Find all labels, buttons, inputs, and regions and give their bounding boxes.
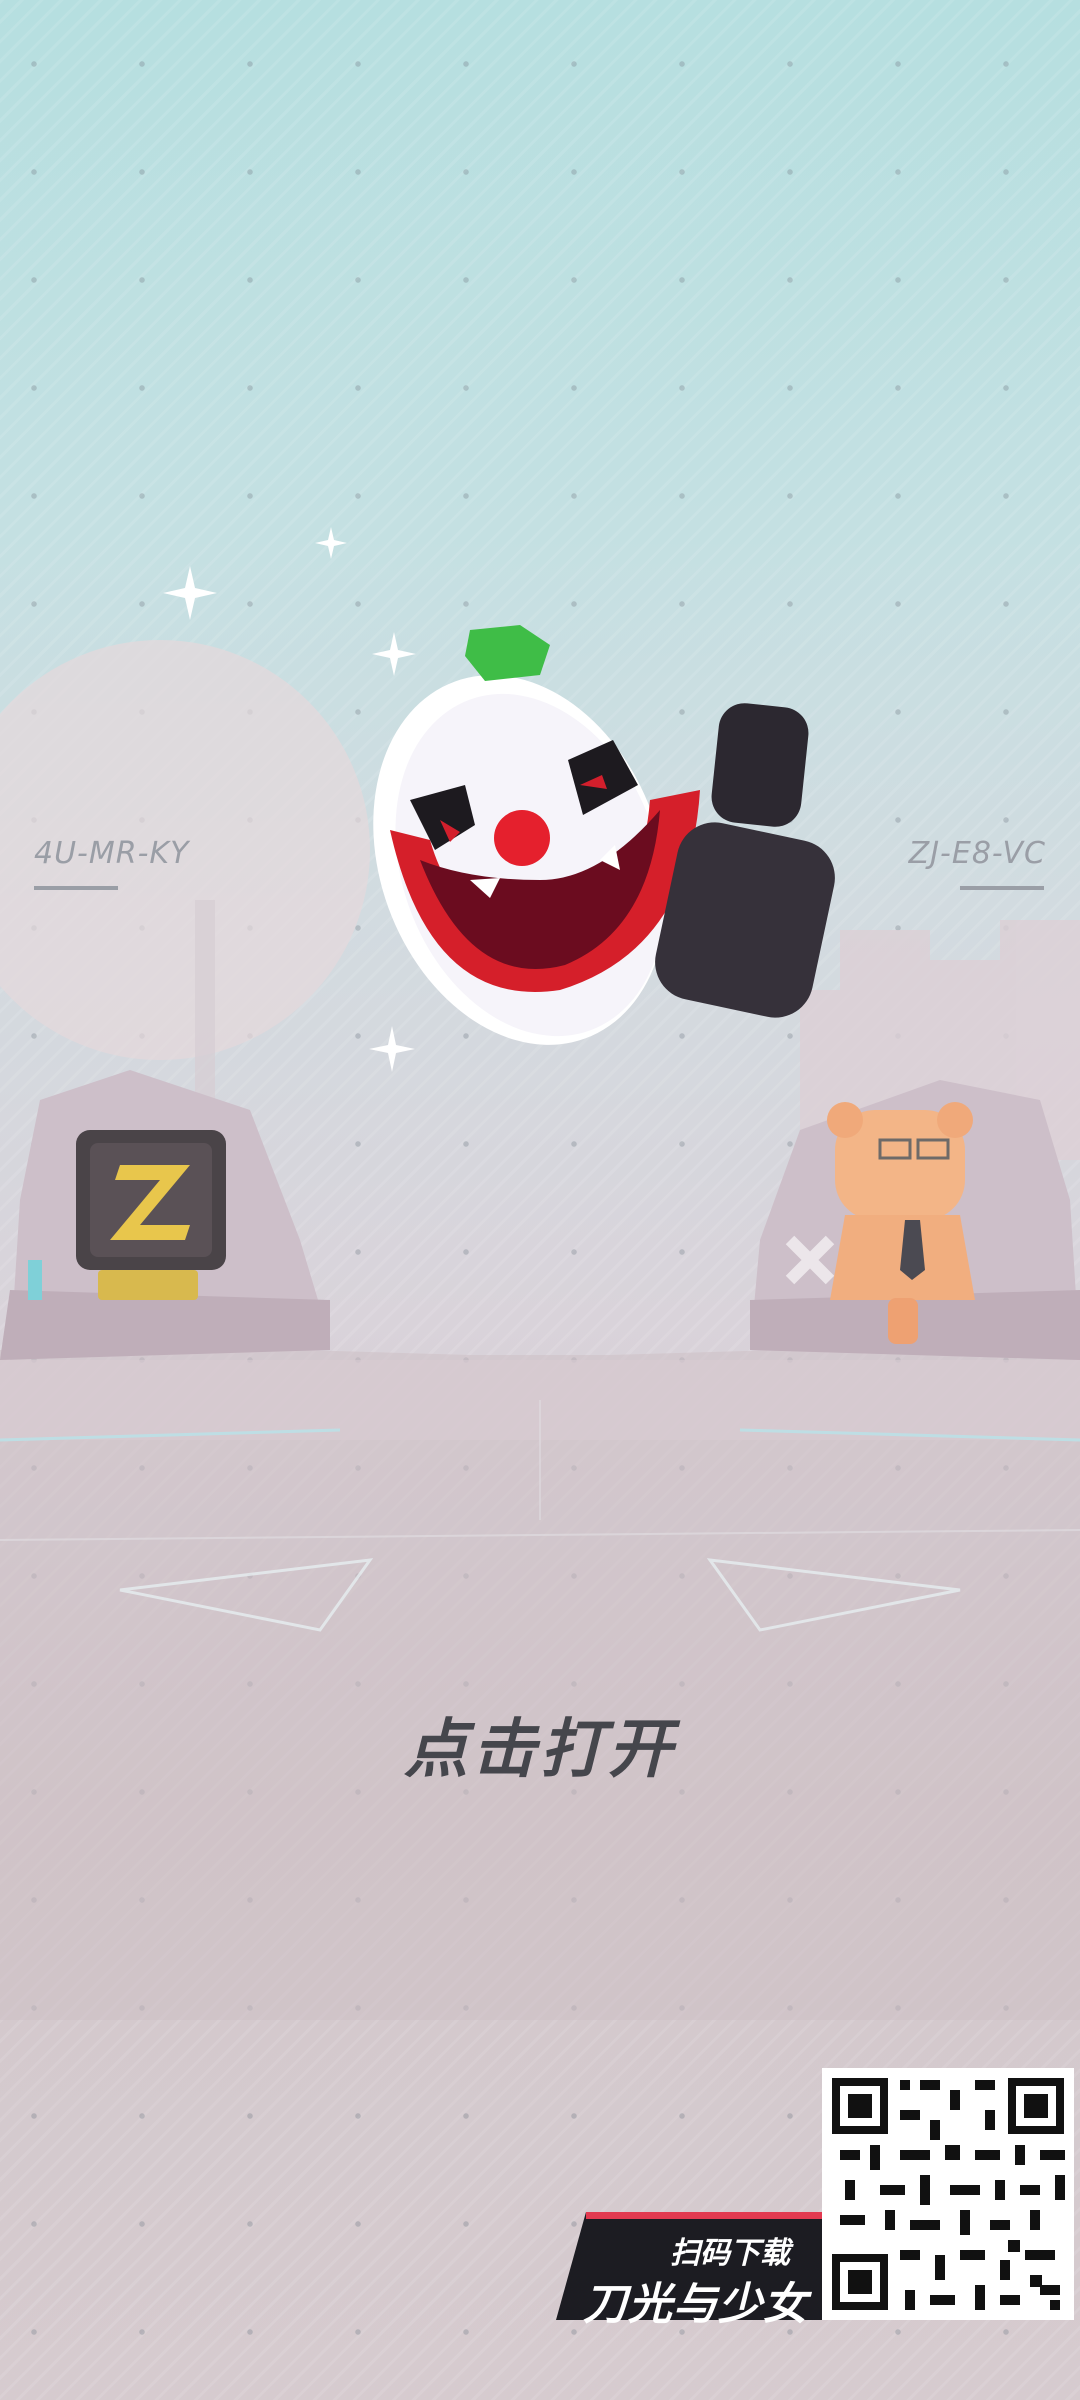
game-title-logo: 刀光与少女 — [583, 2279, 808, 2330]
arena-scene — [0, 527, 1080, 2320]
arena-floor — [0, 1350, 1080, 2020]
qr-code-icon — [822, 2068, 1074, 2320]
room-code-underline-left — [34, 886, 118, 890]
clown-mask-icon — [373, 625, 835, 1045]
tower-left — [195, 900, 215, 1100]
scan-download-label: 扫码下载 — [670, 2236, 790, 2271]
room-code-left: 4U-MR-KY — [34, 836, 190, 871]
tap-to-open-prompt[interactable]: 点击打开 — [0, 1698, 1080, 1790]
room-code-underline-right — [960, 886, 1044, 890]
room-code-right: ZJ-E8-VC — [908, 836, 1046, 871]
